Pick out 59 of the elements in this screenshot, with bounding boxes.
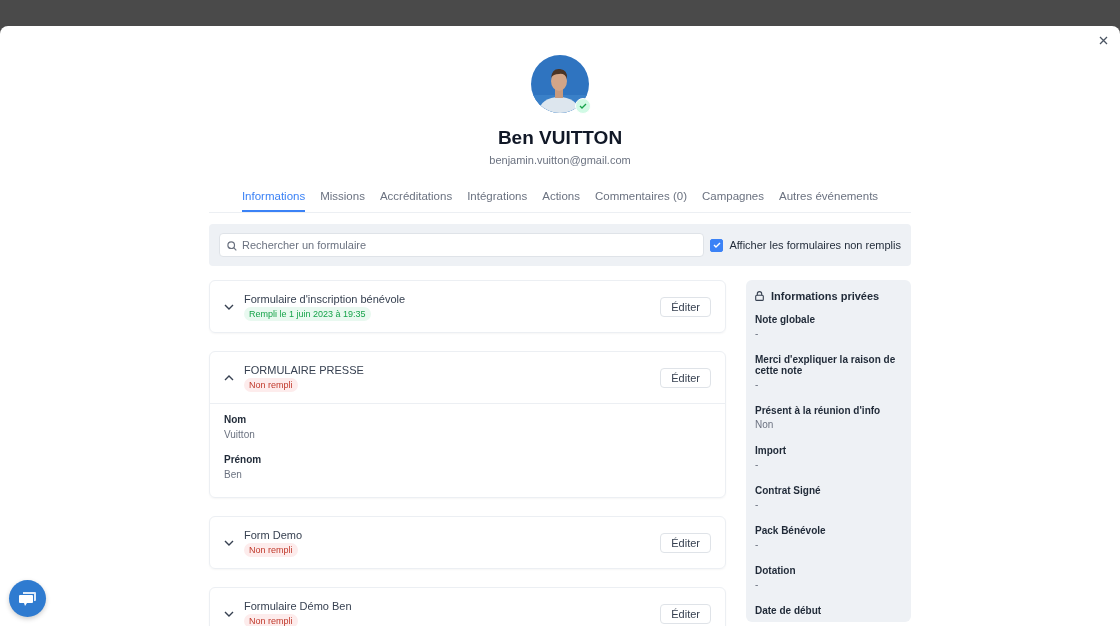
- expand-toggle[interactable]: [224, 374, 236, 381]
- tab[interactable]: Intégrations: [467, 186, 528, 212]
- field-value: Vuitton: [224, 429, 256, 440]
- tab[interactable]: Accréditations: [379, 186, 453, 212]
- chevron-down-icon: [224, 539, 234, 546]
- chevron-down-icon: [224, 303, 234, 310]
- form-title: Form Demo: [244, 528, 303, 541]
- field-label: Date de début: [755, 605, 823, 616]
- field-value: Non: [755, 419, 775, 431]
- chat-icon: [18, 590, 37, 607]
- field-label: Merci d'expliquer la raison de cette note: [755, 354, 897, 376]
- form-title: FORMULAIRE PRESSE: [244, 363, 364, 376]
- field-label: Contrat Signé: [755, 485, 822, 496]
- tab[interactable]: Informations: [241, 186, 306, 212]
- tab[interactable]: Campagnes: [702, 186, 764, 212]
- field-label: Import: [755, 445, 788, 456]
- chevron-down-icon: [224, 610, 234, 617]
- lock-icon: [755, 291, 764, 301]
- edit-button[interactable]: Éditer: [660, 532, 711, 553]
- tab[interactable]: Actions: [542, 186, 580, 212]
- field-label: Nom: [224, 414, 248, 425]
- tab[interactable]: Missions: [320, 186, 365, 212]
- status-tag: Rempli le 1 juin 2023 à 19:35: [244, 306, 371, 321]
- expand-toggle[interactable]: [224, 303, 236, 310]
- field-label: Prénom: [224, 454, 263, 465]
- edit-button[interactable]: Éditer: [660, 296, 711, 317]
- expand-toggle[interactable]: [224, 610, 236, 617]
- status-tag: Non rempli: [244, 613, 298, 626]
- checkbox[interactable]: [710, 238, 724, 252]
- tab[interactable]: Commentaires (0): [594, 186, 687, 212]
- status-tag: Non rempli: [244, 542, 298, 557]
- checkmark-icon: [712, 242, 721, 248]
- edit-button[interactable]: Éditer: [660, 603, 711, 624]
- profile-name: Ben VUITTON: [497, 127, 623, 149]
- search-field[interactable]: Rechercher un formulaire: [219, 233, 705, 257]
- chat-button[interactable]: [9, 580, 46, 617]
- field-label: Présent à la réunion d'info: [755, 405, 882, 416]
- field-label: Dotation: [755, 565, 797, 576]
- chevron-up-icon: [224, 374, 234, 381]
- expand-toggle[interactable]: [224, 539, 236, 546]
- panel-title: Informations privées: [771, 290, 880, 302]
- field-label: Note globale: [755, 314, 816, 325]
- profile-email: benjamin.vuitton@gmail.com: [489, 154, 631, 166]
- search-icon: [227, 241, 237, 251]
- form-title: Formulaire d'inscription bénévole: [244, 292, 406, 305]
- status-tag: Non rempli: [244, 377, 298, 392]
- field-value: -: [755, 579, 760, 591]
- field-label: Pack Bénévole: [755, 525, 827, 536]
- edit-button[interactable]: Éditer: [660, 367, 711, 388]
- field-value: -: [755, 539, 760, 551]
- close-button[interactable]: [1097, 34, 1110, 47]
- tab[interactable]: Autres événements: [779, 186, 879, 212]
- field-value: -: [755, 328, 760, 340]
- form-title: Formulaire Démo Ben: [244, 599, 352, 612]
- field-value: -: [755, 459, 760, 471]
- field-value: Ben: [224, 469, 243, 480]
- field-value: -: [755, 379, 760, 391]
- checkbox-label: Afficher les formulaires non remplis: [729, 239, 901, 251]
- field-value: -: [755, 499, 760, 511]
